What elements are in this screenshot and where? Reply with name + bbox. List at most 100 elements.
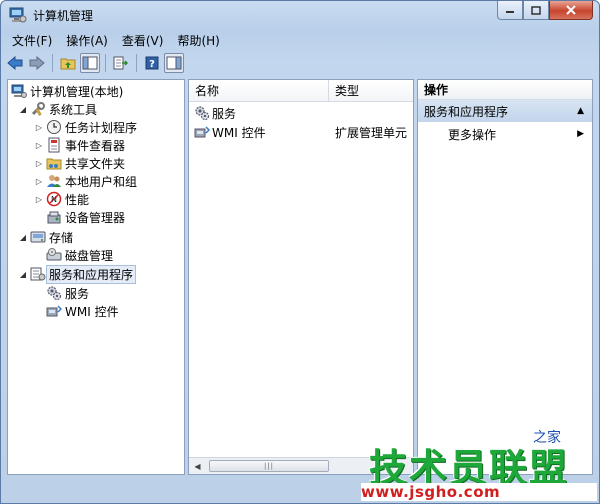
actions-pane: 操作 服务和应用程序 ▲ 更多操作 ▶ bbox=[417, 79, 593, 475]
tree-item-shared-folders[interactable]: ▷ 共享文件夹 bbox=[34, 154, 125, 172]
export-list-icon bbox=[113, 56, 129, 70]
list-row[interactable]: WMI 控件 扩展管理单元 bbox=[189, 123, 413, 141]
scrollbar-thumb[interactable]: ||| bbox=[209, 460, 329, 472]
shared-folder-icon bbox=[46, 155, 62, 171]
column-header-type[interactable]: 类型 bbox=[329, 80, 413, 101]
computer-management-icon bbox=[11, 83, 27, 99]
list-header: 名称 类型 bbox=[189, 80, 413, 102]
title-bar[interactable]: 计算机管理 bbox=[1, 1, 599, 29]
forward-icon bbox=[29, 56, 45, 70]
tree-label: 性能 bbox=[65, 192, 90, 207]
tree-label: 设备管理器 bbox=[65, 210, 126, 225]
svg-text:?: ? bbox=[149, 59, 155, 70]
show-hide-tree-button[interactable] bbox=[80, 53, 100, 73]
svg-text:N: N bbox=[51, 195, 57, 204]
menu-help[interactable]: 帮助(H) bbox=[170, 32, 226, 49]
clock-icon bbox=[46, 119, 62, 135]
tree-item-performance[interactable]: ▷ N 性能 bbox=[34, 190, 89, 208]
actions-section-services-apps[interactable]: 服务和应用程序 ▲ bbox=[418, 100, 592, 122]
close-icon bbox=[566, 5, 576, 15]
tree-item-task-scheduler[interactable]: ▷ 任务计划程序 bbox=[34, 118, 137, 136]
tree-label: 任务计划程序 bbox=[65, 120, 138, 135]
toolbar-separator bbox=[105, 54, 106, 72]
tree-item-device-manager[interactable]: 设备管理器 bbox=[46, 208, 125, 226]
show-hide-tree-icon bbox=[82, 56, 98, 70]
tree-label: 系统工具 bbox=[49, 102, 98, 117]
actions-section-label: 服务和应用程序 bbox=[424, 104, 509, 119]
services-apps-icon bbox=[30, 266, 46, 282]
show-hide-action-pane-button[interactable] bbox=[164, 53, 184, 73]
tree-item-event-viewer[interactable]: ▷ 事件查看器 bbox=[34, 136, 125, 154]
scroll-left-icon[interactable]: ◀ bbox=[189, 458, 206, 474]
back-button[interactable] bbox=[5, 53, 25, 73]
caption-buttons bbox=[497, 1, 593, 21]
list-cell-name: 服务 bbox=[212, 106, 237, 121]
tree-item-system-tools[interactable]: ◢ 系统工具 bbox=[18, 100, 97, 118]
column-header-name[interactable]: 名称 bbox=[189, 80, 329, 101]
watermark-site: 之家 bbox=[533, 430, 561, 446]
tree-label: WMI 控件 bbox=[65, 304, 119, 319]
disk-management-icon bbox=[46, 247, 62, 263]
expand-arrow-icon[interactable]: ▷ bbox=[34, 195, 44, 204]
list-row[interactable]: 服务 bbox=[189, 104, 413, 122]
tree-label: 计算机管理(本地) bbox=[30, 84, 124, 99]
submenu-arrow-icon: ▶ bbox=[577, 129, 584, 139]
collapse-arrow-icon[interactable]: ◢ bbox=[18, 105, 28, 114]
maximize-icon bbox=[531, 5, 541, 15]
computer-management-icon bbox=[9, 7, 27, 23]
minimize-icon bbox=[506, 11, 514, 13]
menu-file[interactable]: 文件(F) bbox=[5, 32, 59, 49]
minimize-button[interactable] bbox=[497, 1, 523, 20]
watermark-url-bar: www.jsgho.com bbox=[361, 483, 597, 501]
results-pane[interactable]: 名称 类型 服务 WMI 控件 扩展管理单元 ◀ ||| bbox=[188, 79, 414, 475]
device-manager-icon bbox=[46, 209, 62, 225]
tree-item-storage[interactable]: ◢ 存储 bbox=[18, 228, 73, 246]
expand-arrow-icon[interactable]: ▷ bbox=[34, 123, 44, 132]
menu-view[interactable]: 查看(V) bbox=[115, 32, 171, 49]
tree-label: 共享文件夹 bbox=[65, 156, 126, 171]
tree-item-services[interactable]: 服务 bbox=[46, 284, 89, 302]
tree-item-disk-management[interactable]: 磁盘管理 bbox=[46, 246, 113, 264]
tree-item-root[interactable]: 计算机管理(本地) bbox=[11, 82, 123, 100]
wmi-control-icon bbox=[194, 124, 210, 140]
toolbar-separator bbox=[136, 54, 137, 72]
close-button[interactable] bbox=[549, 1, 593, 20]
expand-arrow-icon[interactable]: ▷ bbox=[34, 141, 44, 150]
expand-arrow-icon[interactable]: ▷ bbox=[34, 159, 44, 168]
actions-header: 操作 bbox=[418, 80, 592, 100]
tree-item-services-apps[interactable]: ◢ 服务和应用程序 bbox=[18, 264, 137, 284]
tree-item-local-users[interactable]: ▷ 本地用户和组 bbox=[34, 172, 137, 190]
tree-label: 事件查看器 bbox=[65, 138, 126, 153]
watermark: 技术员联盟 www.jsgho.com 之家 bbox=[361, 430, 597, 503]
more-actions-item[interactable]: 更多操作 ▶ bbox=[418, 124, 592, 144]
tree-label: 存储 bbox=[49, 230, 74, 245]
export-list-button[interactable] bbox=[111, 53, 131, 73]
collapse-caret-icon[interactable]: ▲ bbox=[577, 106, 584, 116]
help-button[interactable]: ? bbox=[142, 53, 162, 73]
system-tools-icon bbox=[30, 101, 46, 117]
console-tree[interactable]: 计算机管理(本地) ◢ 系统工具 ▷ 任务计划程序 ▷ 事件查看器 ▷ 共享文件… bbox=[7, 79, 185, 475]
toolbar-separator bbox=[52, 54, 53, 72]
expand-arrow-icon[interactable]: ▷ bbox=[34, 177, 44, 186]
watermark-url: www.jsgho.com bbox=[361, 483, 501, 501]
collapse-arrow-icon[interactable]: ◢ bbox=[18, 270, 28, 279]
forward-button[interactable] bbox=[27, 53, 47, 73]
list-cell-type: 扩展管理单元 bbox=[335, 125, 408, 140]
tree-item-wmi[interactable]: WMI 控件 bbox=[46, 302, 119, 320]
performance-icon: N bbox=[46, 191, 62, 207]
list-cell-name: WMI 控件 bbox=[212, 125, 266, 140]
back-icon bbox=[7, 56, 23, 70]
menu-bar: 文件(F) 操作(A) 查看(V) 帮助(H) bbox=[5, 30, 595, 50]
collapse-arrow-icon[interactable]: ◢ bbox=[18, 233, 28, 242]
menu-action[interactable]: 操作(A) bbox=[59, 32, 115, 49]
users-icon bbox=[46, 173, 62, 189]
maximize-button[interactable] bbox=[523, 1, 549, 20]
services-gear-icon bbox=[194, 105, 210, 121]
event-viewer-icon bbox=[46, 137, 62, 153]
storage-icon bbox=[30, 229, 46, 245]
tree-label: 磁盘管理 bbox=[65, 248, 114, 263]
main-window: 计算机管理 文件(F) 操作(A) 查看(V) 帮助(H) ? 计算机管理(本地… bbox=[0, 0, 600, 504]
tree-label: 本地用户和组 bbox=[65, 174, 138, 189]
services-gear-icon bbox=[46, 285, 62, 301]
up-one-level-button[interactable] bbox=[58, 53, 78, 73]
